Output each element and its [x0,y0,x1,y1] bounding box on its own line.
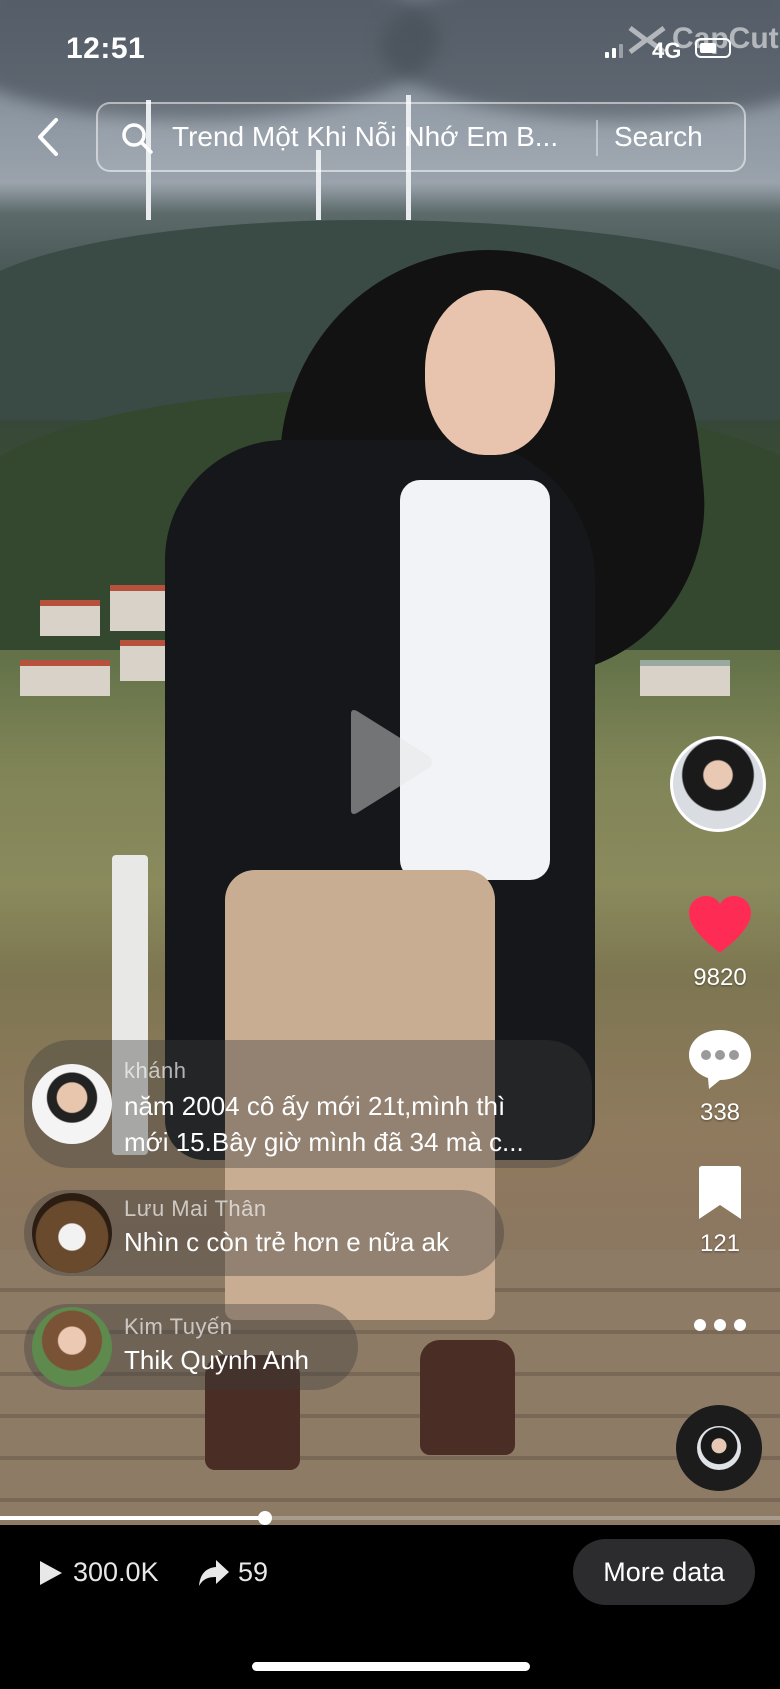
comment-text: Thik Quỳnh Anh [124,1345,309,1375]
search-icon [122,123,153,154]
bookmark-count: 121 [699,1230,741,1257]
creator-avatar[interactable] [670,736,766,832]
comment-author: Kim Tuyến [124,1314,233,1339]
comment-text: năm 2004 cô ấy mới 21t,mình thì [124,1091,506,1121]
house [20,660,110,696]
music-cover [697,1426,741,1470]
comment-text: Nhìn c còn trẻ hơn e nữa ak [124,1227,449,1257]
like-button[interactable]: 9820 [680,895,760,992]
signal-icon [605,44,623,58]
comment-bubble[interactable]: khánh năm 2004 cô ấy mới 21t,mình thì mớ… [24,1040,592,1168]
like-count: 9820 [693,964,747,991]
comment-avatar [32,1064,112,1144]
house [40,600,100,636]
search-bar[interactable]: Trend Một Khi Nỗi Nhớ Em B... Search [96,102,746,172]
progress-fill [0,1516,266,1520]
comment-author: Lưu Mai Thân [124,1196,267,1221]
comment-avatar [32,1307,112,1387]
play-icon[interactable] [345,708,435,816]
bookmark-icon [699,1166,741,1219]
bookmark-button[interactable]: 121 [680,1165,760,1258]
comment-count: 338 [699,1099,741,1126]
person-shirt [400,480,550,880]
share-count: 59 [238,1557,269,1587]
capcut-logo-icon [628,26,666,54]
status-bar: 12:51 4G CapCut [0,0,780,100]
person-boot [420,1340,515,1455]
comment-text: mới 15.Bây giờ mình đã 34 mà c... [124,1127,524,1157]
comment-button[interactable]: 338 [680,1028,760,1127]
comment-author: khánh [124,1058,187,1083]
status-time: 12:51 [66,32,146,65]
heart-icon [689,896,751,953]
music-disc[interactable] [676,1405,762,1491]
bottom-bar: 300.0K 59 More data [0,1525,780,1689]
home-indicator[interactable] [252,1662,530,1671]
comment-bubble[interactable]: Lưu Mai Thân Nhìn c còn trẻ hơn e nữa ak [24,1190,504,1276]
comment-icon [689,1030,751,1089]
house [640,660,730,696]
person-face [425,290,555,455]
share-icon[interactable] [198,1559,230,1587]
comment-bubble[interactable]: Kim Tuyến Thik Quỳnh Anh [24,1304,358,1390]
play-count-icon [40,1561,62,1585]
play-count: 300.0K [73,1557,159,1587]
more-icon[interactable] [692,1317,748,1333]
search-button[interactable]: Search [614,121,703,153]
progress-bar[interactable] [0,1511,780,1525]
search-divider [596,120,598,156]
comment-avatar [32,1193,112,1273]
back-icon[interactable] [30,112,70,162]
capcut-watermark: CapCut [672,22,779,55]
more-data-button[interactable]: More data [573,1539,755,1605]
